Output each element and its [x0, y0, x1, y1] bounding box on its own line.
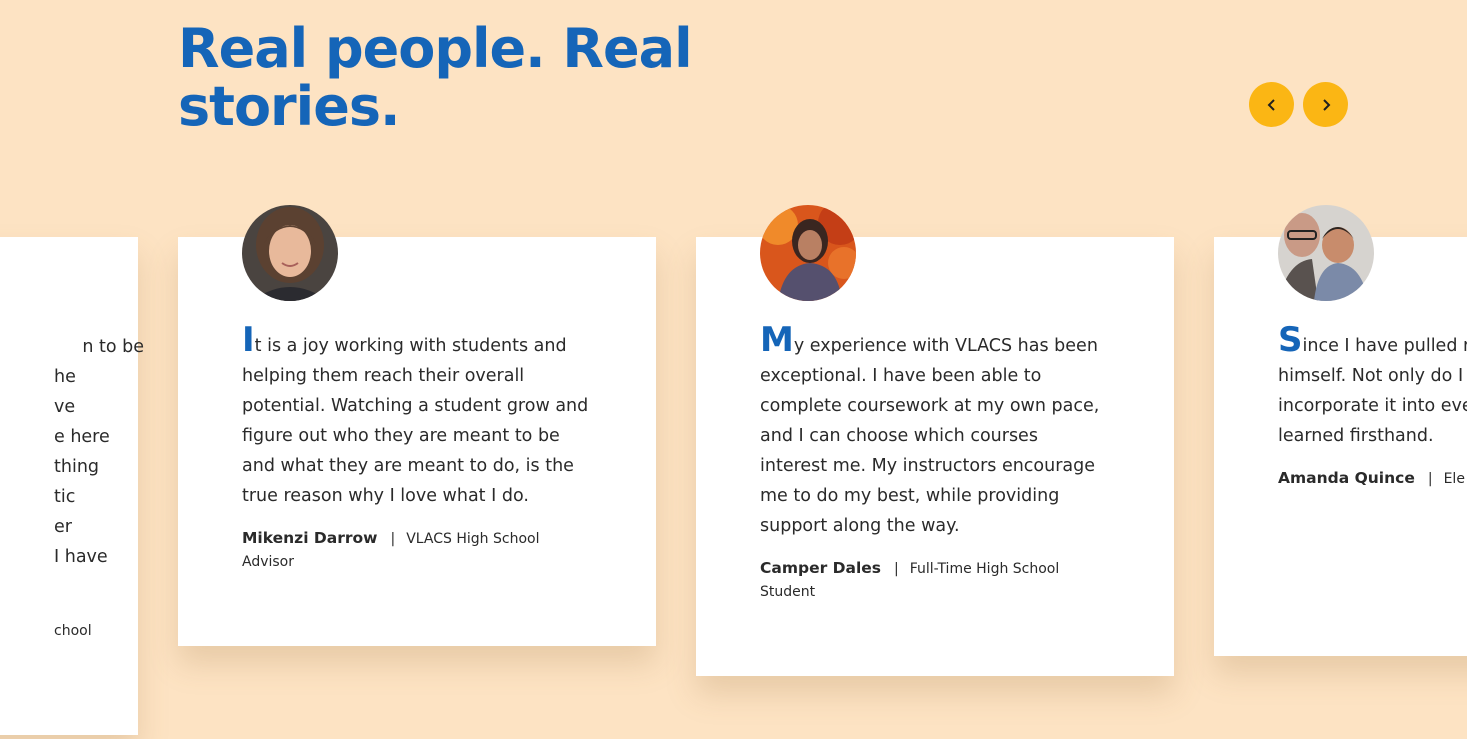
- testimonial-byline: Amanda Quince | Ele: [1278, 467, 1467, 491]
- quote-text: y experience with VLACS has been excepti…: [760, 336, 1100, 536]
- quote-line: tic: [54, 487, 76, 507]
- quote-text: ince I have pulled r public school, he i…: [1278, 336, 1467, 446]
- testimonial-byline: Camper Dales | Full-Time High School Stude…: [760, 557, 1110, 604]
- carousel-prev-button[interactable]: [1249, 82, 1294, 127]
- section-heading: Real people. Real stories.: [178, 17, 693, 138]
- quote-line: n to be: [82, 337, 144, 357]
- author-role: chool: [54, 623, 92, 639]
- testimonial-card: It is a joy working with students and he…: [178, 205, 656, 646]
- testimonial-card: n to be he ve e here thing tic er I have…: [0, 237, 144, 735]
- author-name: Camper Dales: [760, 559, 882, 577]
- quote-text: t is a joy working with students and hel…: [242, 336, 589, 506]
- carousel-next-button[interactable]: [1303, 82, 1348, 127]
- testimonial-byline: chool: [0, 620, 144, 643]
- chevron-right-icon: [1319, 98, 1333, 112]
- byline-separator: |: [1427, 471, 1433, 487]
- avatar: [1278, 205, 1374, 301]
- chevron-left-icon: [1265, 98, 1279, 112]
- quote-line: e here: [54, 427, 110, 447]
- byline-separator: |: [894, 561, 899, 577]
- quote-dropcap: S: [1278, 320, 1303, 360]
- testimonial-byline: Mikenzi Darrow | VLACS High School Advisor: [242, 527, 592, 574]
- quote-dropcap: M: [760, 320, 794, 360]
- testimonial-quote: Since I have pulled r public school, he …: [1278, 323, 1467, 451]
- testimonial-quote: It is a joy working with students and he…: [242, 323, 592, 511]
- quote-line: thing: [54, 457, 100, 477]
- testimonials-section: Real people. Real stories. n to be he ve…: [0, 0, 1467, 739]
- testimonial-card: My experience with VLACS has been except…: [696, 205, 1174, 676]
- byline-separator: |: [390, 531, 396, 547]
- quote-dropcap: I: [242, 320, 255, 360]
- author-role: Ele: [1443, 471, 1465, 487]
- quote-line: er: [54, 517, 72, 537]
- quote-line: ve: [54, 397, 76, 417]
- author-name: Mikenzi Darrow: [242, 529, 378, 547]
- avatar: [242, 205, 338, 301]
- quote-line: I have: [54, 547, 108, 567]
- testimonial-quote-fragment: n to be he ve e here thing tic er I have: [0, 332, 144, 572]
- quote-line: he: [54, 367, 76, 387]
- author-name: Amanda Quince: [1278, 469, 1415, 487]
- avatar: [760, 205, 856, 301]
- testimonial-card: Since I have pulled r public school, he …: [1214, 205, 1467, 656]
- testimonial-quote: My experience with VLACS has been except…: [760, 323, 1110, 541]
